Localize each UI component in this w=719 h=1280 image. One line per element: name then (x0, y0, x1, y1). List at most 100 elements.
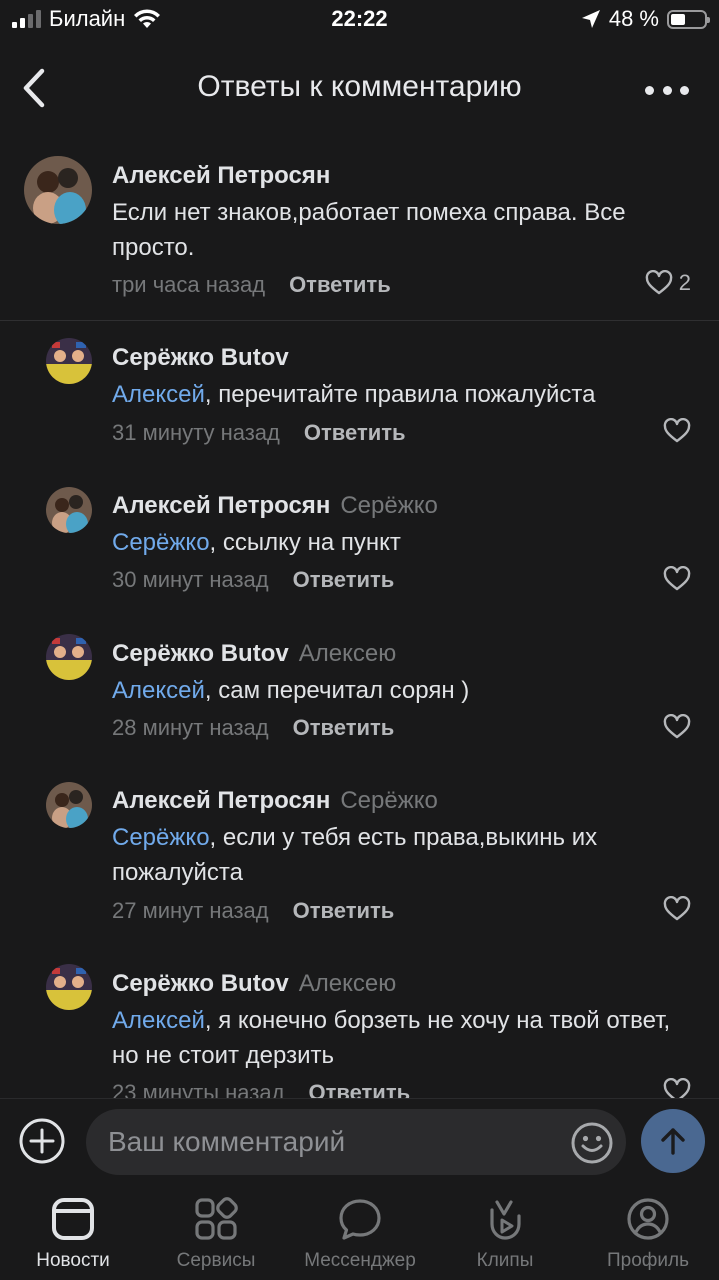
heart-icon (663, 896, 691, 921)
avatar-photo (46, 964, 92, 1010)
reply-button[interactable]: Ответить (293, 715, 395, 741)
comment-meta: три часа назад Ответить (112, 272, 391, 298)
heart-icon (645, 270, 673, 295)
comment-author[interactable]: Серёжко Butov (112, 344, 289, 372)
reply-to-name[interactable]: Алексею (299, 970, 396, 997)
tab-profile[interactable]: Профиль (578, 1196, 718, 1272)
like-button[interactable]: 2 (645, 270, 691, 296)
comment-text: Алексей, сам перечитал сорян ) (112, 673, 702, 708)
comment-author[interactable]: Серёжко Butov Алексею (112, 640, 396, 668)
tab-services[interactable]: Сервисы (146, 1196, 286, 1272)
comment-time: 30 минут назад (112, 567, 269, 592)
reply-button[interactable]: Ответить (304, 420, 406, 446)
avatar[interactable] (24, 156, 92, 224)
comment-author[interactable]: Алексей Петросян Серёжко (112, 787, 438, 815)
comment-meta: 30 минут назад Ответить (112, 567, 394, 593)
avatar[interactable] (46, 634, 92, 680)
avatar[interactable] (46, 487, 92, 533)
comment-input[interactable]: Ваш комментарий (86, 1109, 626, 1175)
mention-link[interactable]: Алексей (112, 1007, 205, 1034)
comment-time: 31 минуту назад (112, 420, 280, 445)
clips-icon (490, 1200, 521, 1240)
arrow-up-icon (661, 1128, 685, 1155)
reply-button[interactable]: Ответить (293, 898, 395, 924)
profile-icon (627, 1198, 669, 1240)
comment-time: 27 минут назад (112, 898, 269, 923)
mention-link[interactable]: Алексей (112, 381, 205, 408)
comment-author[interactable]: Серёжко Butov Алексею (112, 970, 396, 998)
messenger-icon (339, 1199, 381, 1240)
tab-bar: Новости Сервисы Мессенджер Клипы Профиль (0, 1186, 719, 1280)
comment-meta: 27 минут назад Ответить (112, 898, 394, 924)
avatar[interactable] (46, 782, 92, 828)
comment-text: Серёжко, если у тебя есть права,выкинь и… (112, 820, 702, 890)
battery-icon (667, 9, 710, 29)
status-bar: Билайн 22:22 48 % (0, 0, 719, 40)
tab-label: Новости (36, 1250, 110, 1271)
comment-meta: 31 минуту назад Ответить (112, 420, 406, 446)
tab-label: Клипы (476, 1250, 534, 1271)
comment-composer: Ваш комментарий (0, 1098, 719, 1187)
like-button[interactable] (663, 714, 691, 740)
like-button[interactable] (663, 896, 691, 922)
author-name[interactable]: Алексей Петросян (112, 492, 330, 519)
status-right: 48 % (581, 6, 710, 32)
reply-button[interactable]: Ответить (293, 567, 395, 593)
mention-link[interactable]: Серёжко (112, 824, 210, 851)
services-icon (195, 1197, 238, 1240)
comment-body: , перечитайте правила пожалуйста (204, 381, 596, 408)
reply-button[interactable]: Ответить (289, 272, 391, 298)
page-title: Ответы к комментарию (197, 70, 522, 103)
like-count: 2 (678, 270, 691, 295)
location-arrow-icon (581, 10, 600, 28)
like-button[interactable] (663, 566, 691, 592)
tab-clips[interactable]: Клипы (435, 1196, 575, 1272)
author-name[interactable]: Серёжко Butov (112, 970, 289, 997)
avatar-photo (46, 338, 92, 384)
avatar-photo (46, 782, 92, 828)
comment-author[interactable]: Алексей Петросян Серёжко (112, 492, 438, 520)
comment-text: Алексей, перечитайте правила пожалуйста (112, 377, 702, 412)
heart-icon (663, 418, 691, 443)
comment-meta: 28 минут назад Ответить (112, 715, 394, 741)
plus-circle-icon (19, 1118, 65, 1164)
reply-to-name[interactable]: Алексею (299, 640, 396, 667)
author-name[interactable]: Серёжко Butov (112, 344, 289, 371)
avatar[interactable] (46, 964, 92, 1010)
tab-label: Профиль (606, 1250, 690, 1271)
tab-label: Мессенджер (304, 1250, 416, 1271)
comment-text: Алексей, я конечно борзеть не хочу на тв… (112, 1003, 702, 1073)
tab-messenger[interactable]: Мессенджер (290, 1196, 430, 1272)
nav-header: Ответы к комментарию (0, 50, 719, 130)
smile-icon (571, 1122, 613, 1164)
author-name[interactable]: Алексей Петросян (112, 787, 330, 814)
battery-percent: 48 % (608, 6, 659, 31)
comment-body: , ссылку на пункт (209, 529, 401, 556)
comment-time: 28 минут назад (112, 715, 269, 740)
avatar[interactable] (46, 338, 92, 384)
heart-icon (663, 566, 691, 591)
send-button[interactable] (641, 1109, 705, 1173)
mention-link[interactable]: Алексей (112, 677, 205, 704)
tab-news[interactable]: Новости (3, 1196, 143, 1272)
more-button[interactable] (645, 72, 689, 108)
attach-button[interactable] (18, 1117, 66, 1165)
avatar-photo (46, 634, 92, 680)
news-icon (52, 1198, 94, 1240)
comment-body: , сам перечитал сорян ) (204, 677, 470, 704)
tab-label: Сервисы (176, 1250, 256, 1271)
divider (0, 320, 719, 321)
more-horizontal-icon (645, 85, 654, 95)
reply-to-name[interactable]: Серёжко (340, 492, 438, 519)
author-name[interactable]: Алексей Петросян (112, 162, 330, 189)
comment-time: три часа назад (112, 272, 266, 297)
comment-author[interactable]: Алексей Петросян (112, 162, 330, 190)
mention-link[interactable]: Серёжко (112, 529, 210, 556)
heart-icon (663, 714, 691, 739)
emoji-button[interactable] (570, 1121, 614, 1165)
avatar-photo (46, 487, 92, 533)
author-name[interactable]: Серёжко Butov (112, 640, 289, 667)
reply-to-name[interactable]: Серёжко (340, 787, 438, 814)
comment-text: Если нет знаков,работает помеха справа. … (112, 199, 626, 261)
like-button[interactable] (663, 418, 691, 444)
